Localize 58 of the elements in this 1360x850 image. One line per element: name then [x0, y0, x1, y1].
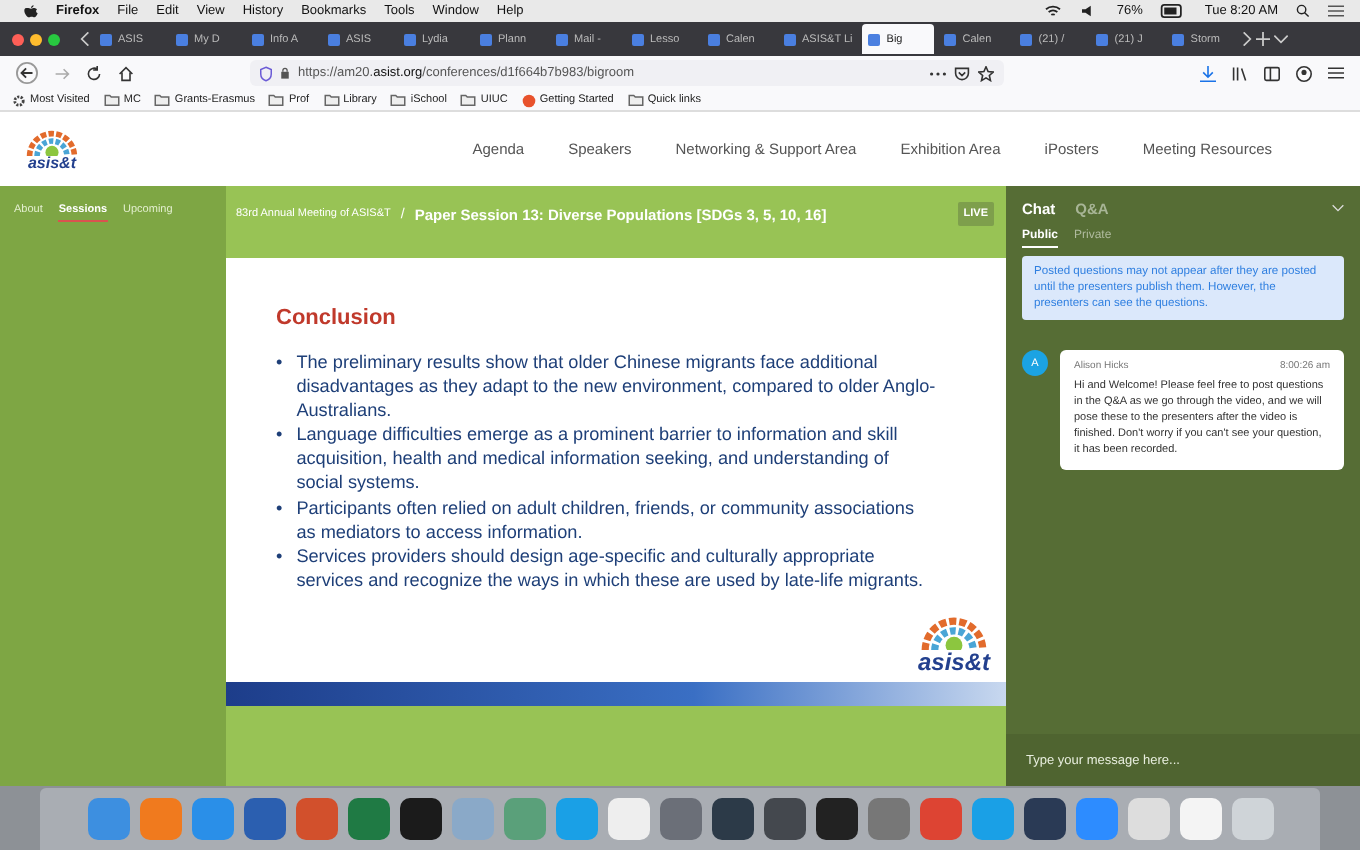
slide-bullet: Services providers should design age-specific and culturally appropriate services and recognize the ways in which these are used by late-life migrants.	[296, 543, 926, 592]
back-icon[interactable]	[16, 62, 38, 84]
minimize-window-icon[interactable]	[30, 33, 42, 45]
chevron-right-icon[interactable]	[1242, 32, 1253, 46]
bullet-marker: •	[276, 422, 283, 449]
shield-icon	[260, 65, 272, 81]
page-icon	[784, 33, 796, 45]
page-icon	[100, 33, 112, 45]
account-icon[interactable]	[1296, 65, 1312, 81]
page-icon	[868, 33, 881, 45]
apple-icon[interactable]	[24, 3, 38, 19]
page-icon	[632, 33, 644, 45]
search-icon[interactable]	[1296, 4, 1310, 18]
page-icon	[556, 33, 568, 45]
battery-icon[interactable]	[1160, 4, 1187, 18]
bullet-marker: •	[276, 495, 283, 522]
folder-icon	[323, 94, 340, 106]
star-icon[interactable]	[978, 65, 994, 81]
folder-icon	[390, 94, 407, 106]
bullet-marker: •	[276, 543, 283, 570]
download-icon[interactable]	[1200, 65, 1216, 81]
page-icon	[328, 33, 340, 45]
page-icon	[708, 33, 720, 45]
folder-icon	[154, 94, 171, 106]
chevron-down-icon[interactable]	[1274, 34, 1289, 44]
page-icon	[1172, 33, 1185, 45]
site-icon	[521, 93, 536, 107]
bullet-marker: •	[276, 350, 283, 376]
page-icon	[1020, 33, 1033, 45]
menu-icon[interactable]	[1328, 4, 1344, 18]
maximize-window-icon[interactable]	[48, 33, 60, 45]
folder-icon	[103, 94, 120, 106]
plus-icon[interactable]	[1256, 32, 1271, 46]
menu-icon[interactable]	[1328, 66, 1344, 80]
lock-icon	[280, 66, 290, 80]
close-window-icon[interactable]	[12, 33, 24, 45]
chevron-left-icon[interactable]	[80, 32, 90, 46]
sidebar-icon[interactable]	[1264, 65, 1280, 81]
page-icon	[944, 33, 957, 45]
slide-title: Conclusion	[276, 306, 398, 330]
chevron-down-icon[interactable]	[1332, 204, 1344, 212]
slide-bullet: Language difficulties emerge as a prominent barrier to information and skill acquisition, health and medical information seeking, and understanding of social systems.	[296, 422, 900, 496]
folder-icon	[268, 94, 285, 106]
page-icon	[480, 33, 492, 45]
slide-bullet: The preliminary results show that older Chinese migrants face additional disadvantages as they adapt to the new environment, compared to older Anglo-Australians.	[296, 350, 936, 423]
page-icon	[252, 33, 264, 45]
folder-icon	[460, 94, 477, 106]
logo[interactable]: asis&t	[20, 127, 84, 171]
pocket-icon[interactable]	[954, 65, 970, 81]
page-icon	[404, 33, 416, 45]
home-icon[interactable]	[118, 65, 134, 81]
folder-icon	[627, 94, 644, 106]
page-icon	[1096, 33, 1109, 45]
slide-bullet: Participants often relied on adult children, friends, or community associations as mediators to access information.	[296, 495, 917, 544]
reload-icon[interactable]	[86, 65, 102, 81]
wifi-icon[interactable]	[1044, 4, 1063, 18]
library-icon[interactable]	[1232, 65, 1248, 81]
page-icon	[176, 33, 188, 45]
